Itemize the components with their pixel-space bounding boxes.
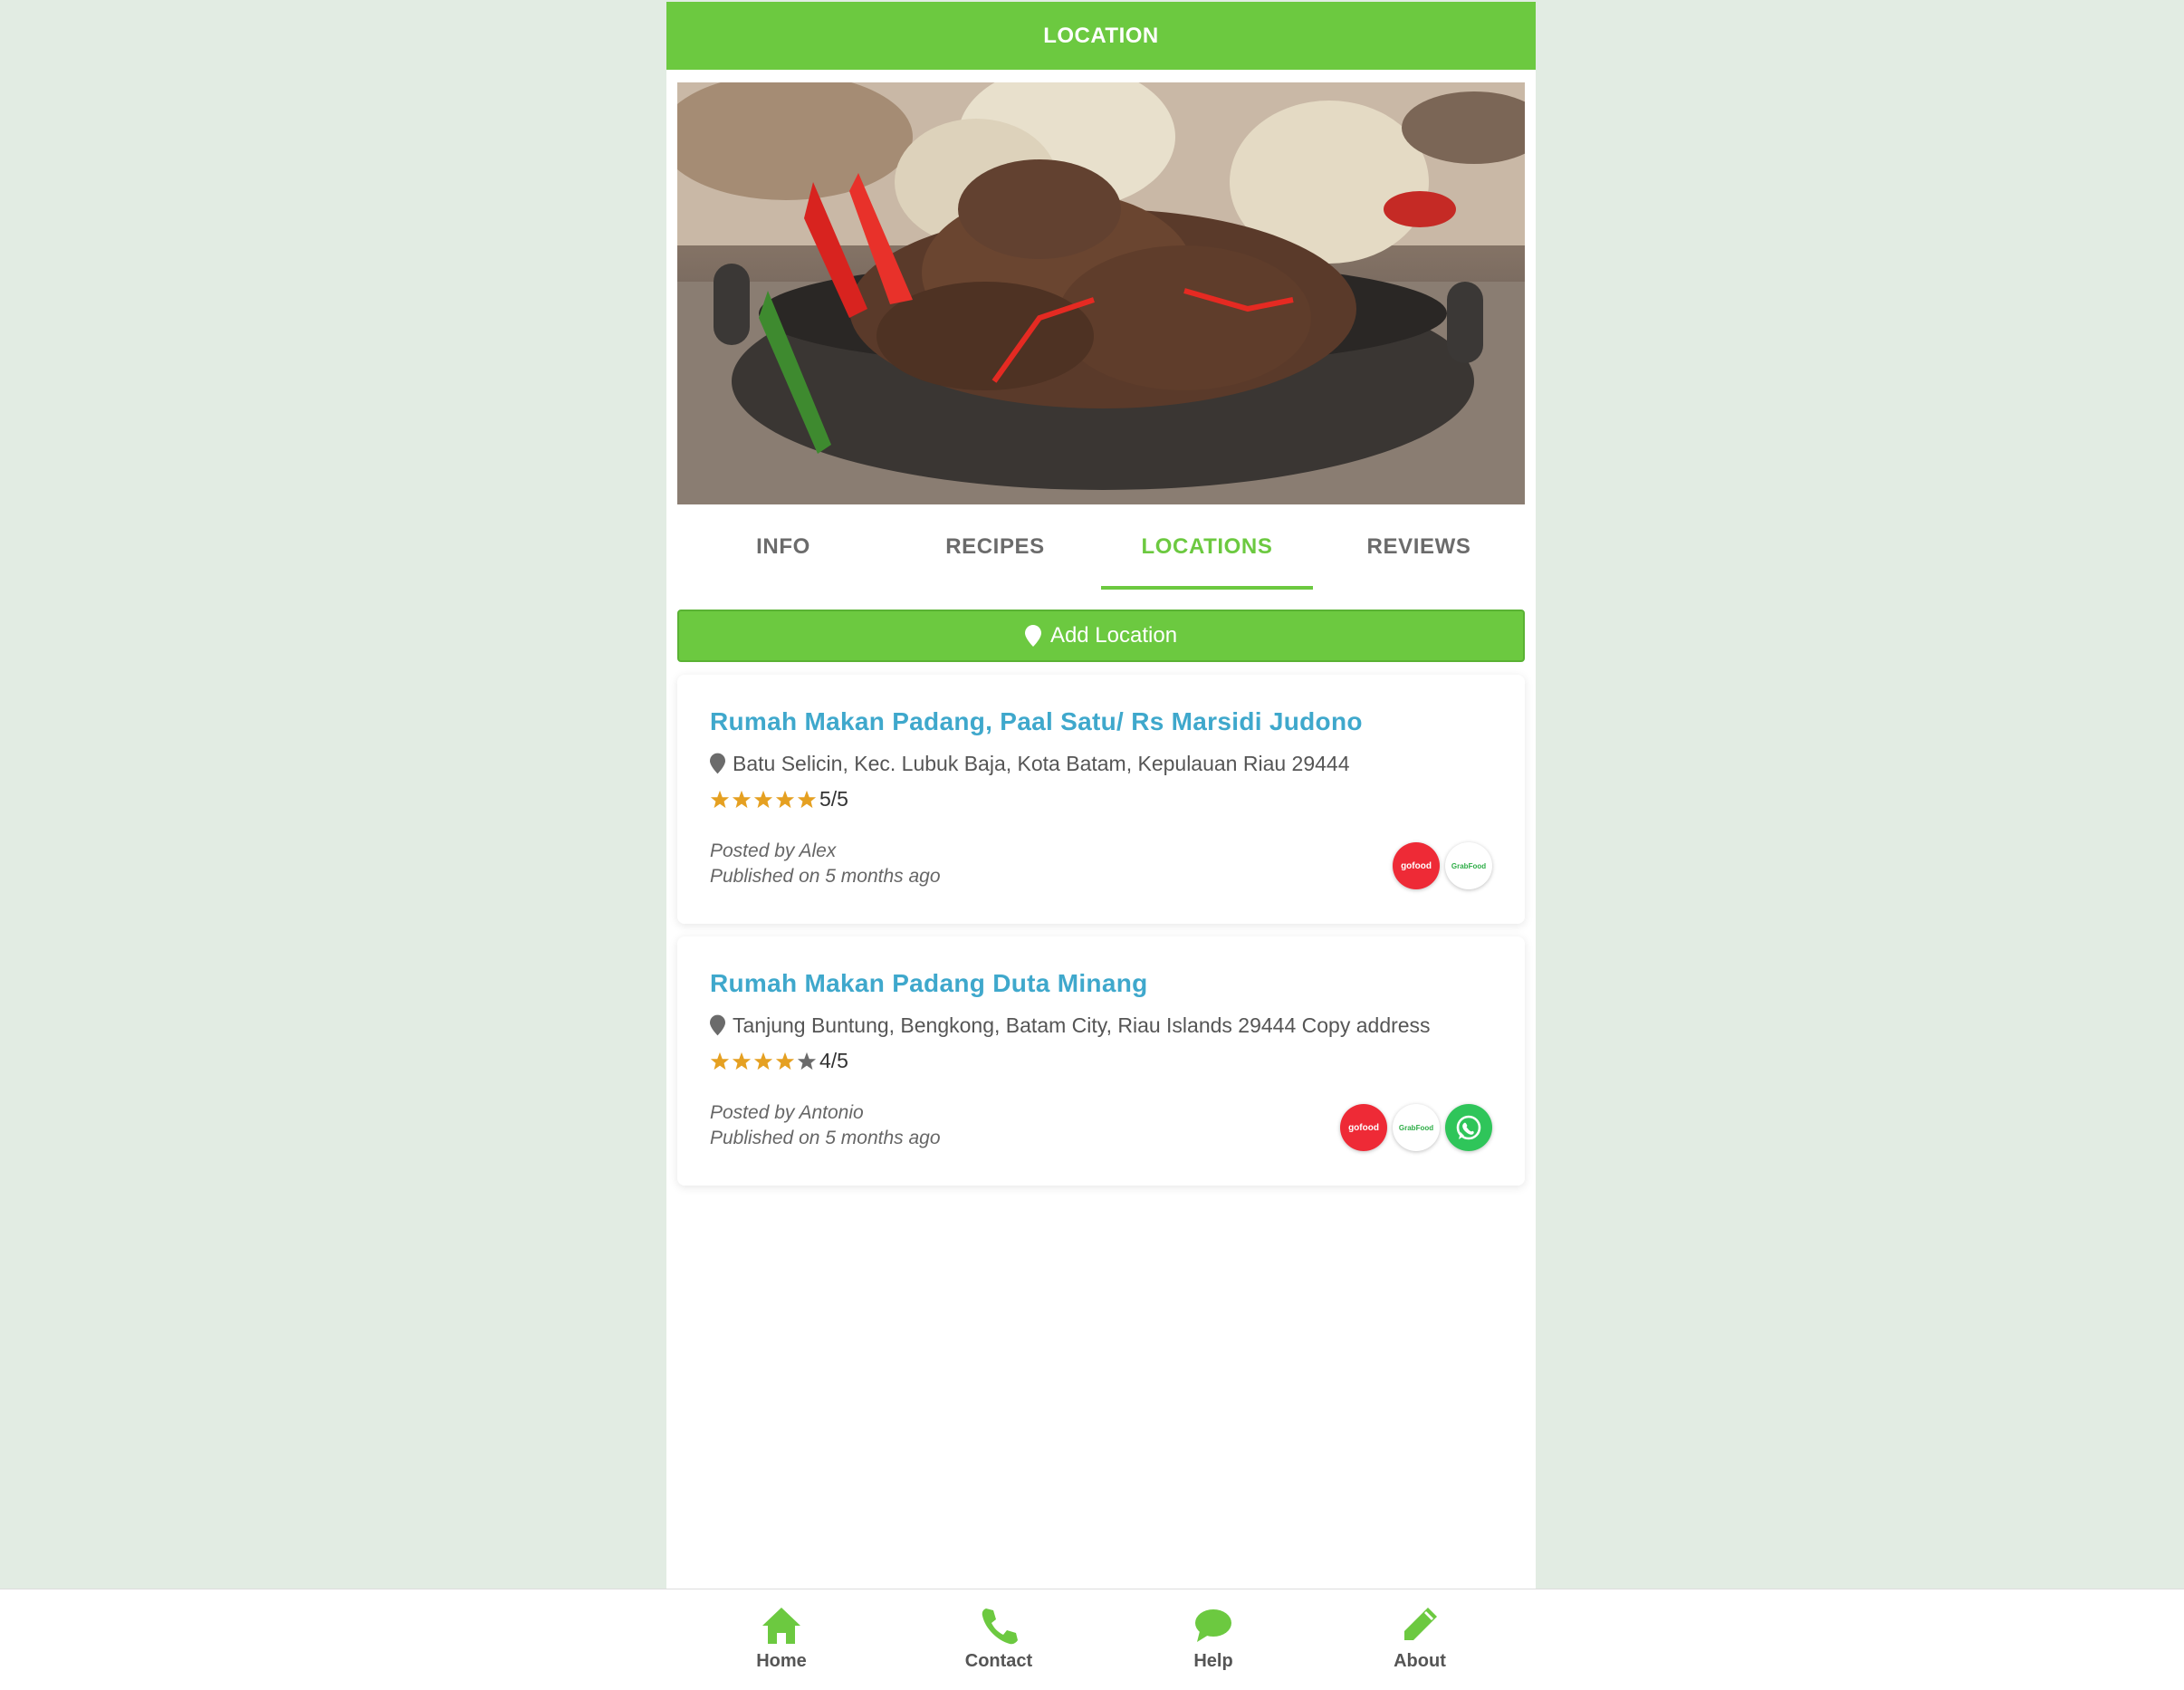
gofood-label: gofood [1348, 1122, 1379, 1133]
posted-by: Posted by Alex [710, 840, 837, 861]
star-icon [775, 790, 795, 808]
nav-home[interactable]: Home [727, 1606, 836, 1672]
map-marker-icon [1024, 625, 1041, 647]
rating: 4/5 [710, 1049, 1492, 1073]
published-date: Published on 5 months ago [710, 866, 941, 887]
nav-about-label: About [1394, 1651, 1446, 1671]
grabfood-label: GrabFood [1398, 1123, 1434, 1132]
tab-reviews[interactable]: REVIEWS [1313, 504, 1525, 590]
star-icon [732, 790, 752, 808]
bottom-nav: Home Contact Help About [0, 1589, 2184, 1690]
location-address: Batu Selicin, Kec. Lubuk Baja, Kota Bata… [710, 751, 1492, 776]
nav-contact-label: Contact [964, 1651, 1033, 1671]
app-container: LOCATION INFO RECIPES LOCATIONS REVIEWS … [666, 2, 1536, 1589]
grabfood-label: GrabFood [1451, 861, 1487, 870]
tab-locations[interactable]: LOCATIONS [1101, 504, 1313, 590]
add-location-button[interactable]: Add Location [677, 610, 1525, 662]
home-icon [762, 1608, 800, 1644]
star-icon [797, 1051, 817, 1070]
rating-text: 4/5 [819, 1049, 848, 1072]
star-icon [775, 1051, 795, 1070]
address-text: Batu Selicin, Kec. Lubuk Baja, Kota Bata… [733, 752, 1350, 775]
star-icon [710, 790, 730, 808]
star-icon [710, 1051, 730, 1070]
nav-home-label: Home [756, 1651, 807, 1671]
phone-icon [982, 1608, 1018, 1645]
nav-contact[interactable]: Contact [944, 1606, 1053, 1672]
hero-food-image [677, 82, 1525, 504]
location-name[interactable]: Rumah Makan Padang, Paal Satu/ Rs Marsid… [710, 707, 1492, 736]
rating-text: 5/5 [819, 787, 848, 811]
delivery-services: gofood GrabFood [1340, 1104, 1492, 1151]
delivery-services: gofood GrabFood [1393, 842, 1492, 889]
grabfood-button[interactable]: GrabFood [1393, 1104, 1440, 1151]
post-meta: Posted by Alex Published on 5 months ago [710, 839, 1492, 889]
location-card: Rumah Makan Padang Duta Minang Tanjung B… [677, 936, 1525, 1186]
pencil-icon [1404, 1608, 1437, 1640]
star-icon [753, 1051, 773, 1070]
location-address: Tanjung Buntung, Bengkong, Batam City, R… [710, 1013, 1492, 1038]
address-text: Tanjung Buntung, Bengkong, Batam City, R… [733, 1013, 1431, 1037]
rating: 5/5 [710, 787, 1492, 811]
star-icon [753, 790, 773, 808]
rating-stars [710, 790, 817, 810]
add-location-label: Add Location [1049, 623, 1178, 648]
rating-stars [710, 1051, 817, 1071]
grabfood-button[interactable]: GrabFood [1445, 842, 1492, 889]
tab-recipes[interactable]: RECIPES [889, 504, 1101, 590]
star-icon [732, 1051, 752, 1070]
location-card: Rumah Makan Padang, Paal Satu/ Rs Marsid… [677, 675, 1525, 924]
gofood-button[interactable]: gofood [1393, 842, 1440, 889]
nav-about[interactable]: About [1365, 1606, 1474, 1672]
star-icon [797, 790, 817, 808]
map-marker-icon [710, 1014, 725, 1036]
whatsapp-icon [1456, 1115, 1481, 1140]
nav-help-label: Help [1193, 1651, 1233, 1671]
nav-help[interactable]: Help [1159, 1606, 1268, 1672]
tab-bar: INFO RECIPES LOCATIONS REVIEWS [677, 504, 1525, 590]
map-marker-icon [710, 753, 725, 774]
tab-info[interactable]: INFO [677, 504, 889, 590]
gofood-button[interactable]: gofood [1340, 1104, 1387, 1151]
chat-icon [1195, 1609, 1231, 1642]
top-bar: LOCATION [666, 2, 1536, 70]
page-title: LOCATION [1043, 23, 1159, 48]
gofood-label: gofood [1401, 860, 1432, 871]
whatsapp-button[interactable] [1445, 1104, 1492, 1151]
location-name[interactable]: Rumah Makan Padang Duta Minang [710, 969, 1492, 998]
